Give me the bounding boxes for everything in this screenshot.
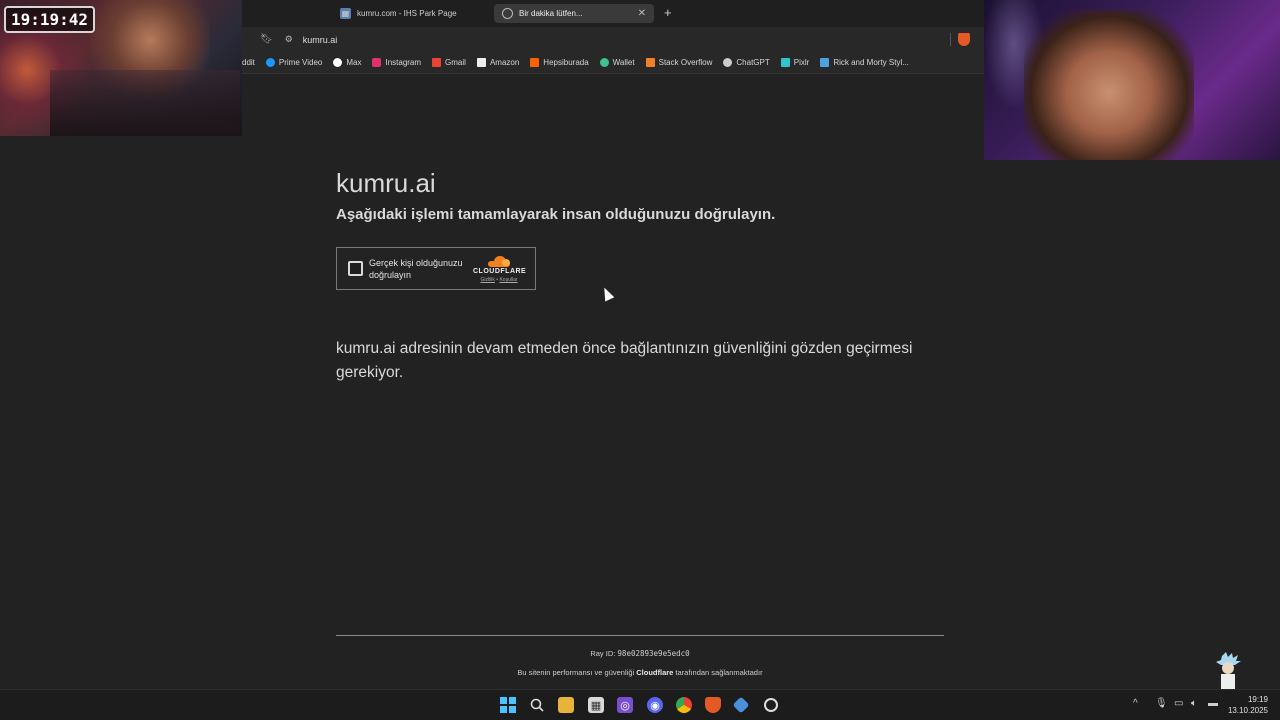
brave-shield-icon[interactable]	[958, 33, 970, 46]
site-info-icon[interactable]: ⚙	[285, 34, 293, 45]
tab-kumru-com[interactable]: ▦ kumru.com - IHS Park Page	[332, 4, 482, 23]
store-icon[interactable]: ▦	[588, 697, 604, 713]
discord-icon[interactable]: ◉	[647, 697, 663, 713]
page-title: kumru.ai	[336, 168, 436, 198]
security-message: kumru.ai adresinin devam etmeden önce ba…	[336, 340, 913, 381]
bookmark-reddit[interactable]: ddit	[242, 58, 255, 67]
new-tab-button[interactable]: +	[664, 5, 672, 20]
verify-human-checkbox[interactable]	[348, 261, 363, 276]
close-tab-icon[interactable]: ✕	[630, 8, 646, 19]
address-bar: 🔖︎ ⚙ kumru.ai	[242, 27, 984, 52]
taskbar: ▦ ◎ ◉ ^ 🎙︎ ▭ 🔈︎ ▬ 19:19 13.10.2025	[0, 689, 1280, 720]
cloudflare-wordmark: CLOUDFLARE	[473, 268, 527, 275]
tab-title: Bir dakika lütfen...	[519, 9, 583, 18]
challenge-label: Gerçek kişi olduğunuzu doğrulayın	[369, 257, 463, 280]
system-clock[interactable]: 19:19 13.10.2025	[1228, 694, 1268, 716]
site-favicon-icon: ▦	[340, 8, 351, 19]
bookmarks-bar: ddit Prime Video Max Instagram Gmail Ama…	[242, 52, 984, 74]
cloudflare-cloud-icon	[488, 256, 510, 267]
bookmark-pixlr[interactable]: Pixlr	[780, 58, 809, 67]
pixlr-icon	[780, 58, 790, 67]
rick-morty-icon	[820, 58, 830, 67]
bookmark-stack-overflow[interactable]: Stack Overflow	[645, 58, 712, 67]
gmail-icon	[432, 58, 442, 67]
bookmark-chatgpt[interactable]: ChatGPT	[723, 58, 770, 67]
network-icon[interactable]: ▭	[1174, 698, 1183, 709]
mouse-cursor-icon	[599, 285, 615, 302]
app-icon[interactable]: ◎	[617, 697, 633, 713]
page-subtitle: Aşağıdaki işlemi tamamlayarak insan oldu…	[336, 206, 776, 223]
battery-icon[interactable]: ▬	[1208, 698, 1218, 709]
bookmark-rick-and-morty[interactable]: Rick and Morty Styl...	[820, 58, 909, 67]
bookmark-instagram[interactable]: Instagram	[372, 58, 421, 67]
app3-icon[interactable]	[764, 698, 778, 712]
chevron-up-icon[interactable]: ^	[1133, 698, 1138, 709]
chatgpt-icon	[723, 58, 733, 67]
clock-date: 13.10.2025	[1227, 706, 1268, 715]
bookmark-icon[interactable]: 🔖︎	[260, 34, 273, 45]
chrome-icon[interactable]	[676, 697, 692, 713]
bookmark-amazon[interactable]: Amazon	[476, 58, 519, 67]
bookmark-gmail[interactable]: Gmail	[432, 58, 466, 67]
start-button[interactable]	[500, 697, 516, 713]
cloudflare-logo: CLOUDFLARE Gizlilik • Koşullar	[473, 256, 527, 283]
webcam-left: 19:19:42	[0, 0, 242, 136]
webcam-right	[984, 0, 1280, 160]
bookmark-prime-video[interactable]: Prime Video	[265, 58, 322, 67]
microphone-icon[interactable]: 🎙︎	[1155, 698, 1168, 709]
tab-bir-dakika[interactable]: Bir dakika lütfen... ✕	[494, 4, 654, 23]
bookmark-hepsiburada[interactable]: Hepsiburada	[530, 58, 589, 67]
performance-note: Bu sitenin performansı ve güvenliği Clou…	[517, 668, 763, 677]
search-icon[interactable]	[529, 697, 545, 713]
footer-divider	[336, 635, 944, 636]
file-explorer-icon[interactable]	[558, 697, 574, 713]
brave-icon[interactable]	[705, 697, 721, 713]
cloudflare-link[interactable]: Cloudflare	[636, 668, 673, 677]
bookmark-max[interactable]: Max	[333, 58, 361, 67]
ray-id-value: 98e02893e9e5edc0	[617, 649, 690, 658]
stream-clock: 19:19:42	[4, 6, 96, 33]
tab-title: kumru.com - IHS Park Page	[357, 9, 457, 18]
privacy-link[interactable]: Gizlilik	[480, 277, 494, 283]
instagram-icon	[372, 58, 382, 67]
globe-icon	[502, 8, 513, 19]
screen: 19:19:42 ▦ kumru.com - IHS Park Page Bir…	[0, 0, 1280, 720]
volume-icon[interactable]: 🔈︎	[1191, 698, 1197, 709]
clock-time: 19:19	[1247, 695, 1268, 704]
terms-link[interactable]: Koşullar	[499, 277, 517, 283]
hepsiburada-icon	[530, 58, 540, 67]
bookmark-wallet[interactable]: Wallet	[599, 58, 635, 67]
app2-icon[interactable]	[732, 696, 750, 714]
amazon-icon	[476, 58, 486, 67]
wallet-icon	[599, 58, 609, 67]
prime-video-icon	[265, 58, 275, 67]
max-icon	[333, 58, 343, 67]
ray-id: Ray ID: 98e02893e9e5edc0	[590, 649, 690, 658]
url-input[interactable]: kumru.ai	[303, 35, 338, 45]
cloudflare-challenge-widget: Gerçek kişi olduğunuzu doğrulayın CLOUDF…	[336, 247, 536, 290]
browser-tabbar: ▦ kumru.com - IHS Park Page Bir dakika l…	[242, 0, 984, 27]
stack-overflow-icon	[645, 58, 655, 67]
